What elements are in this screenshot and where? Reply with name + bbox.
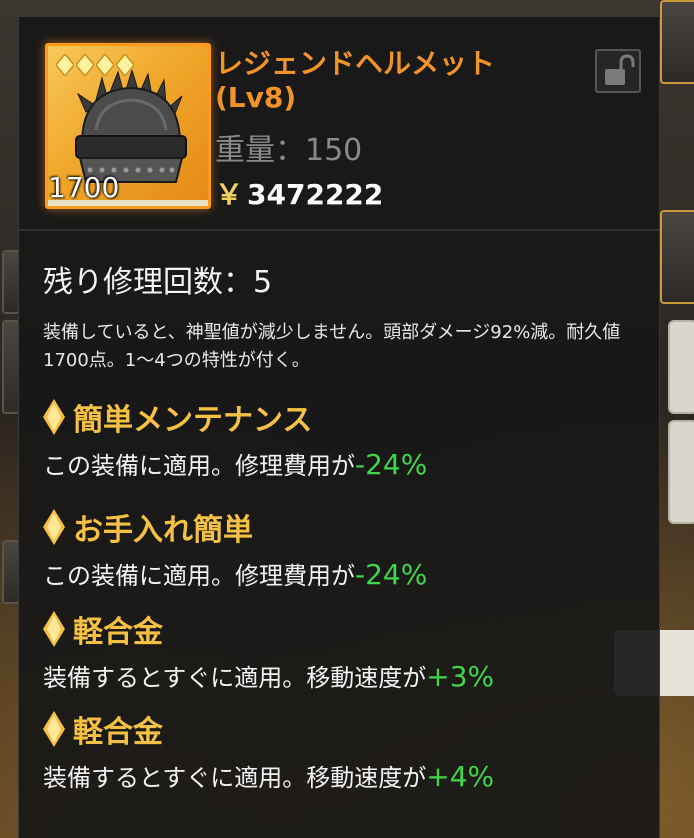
trait-effect: この装備に適用。修理費用が-24% bbox=[43, 555, 643, 595]
trait-title: 軽合金 bbox=[43, 607, 643, 651]
diamond-icon bbox=[43, 399, 65, 435]
diamond-icon bbox=[43, 509, 65, 545]
trait-title: お手入れ簡単 bbox=[43, 505, 643, 549]
trait-name: 簡単メンテナンス bbox=[73, 403, 313, 438]
trait-effect-text: この装備に適用。修理費用が bbox=[43, 562, 355, 590]
yen-icon: ￥ bbox=[215, 178, 244, 211]
item-tooltip: 1700 レジェンドヘルメット(Lv8) 重量：150 ￥ 3472222 残り修… bbox=[18, 16, 660, 838]
trait-block: 簡単メンテナンス この装備に適用。修理費用が-24% bbox=[43, 395, 643, 485]
trait-block: 軽合金 装備するとすぐに適用。移動速度が+4% bbox=[43, 707, 643, 797]
trait-effect: この装備に適用。修理費用が-24% bbox=[43, 445, 643, 485]
bg-inventory-slot bbox=[660, 210, 694, 304]
durability-bar bbox=[48, 200, 208, 206]
item-name: レジェンドヘルメット(Lv8) bbox=[215, 47, 496, 114]
diamond-icon bbox=[43, 611, 65, 647]
trait-effect-text: 装備するとすぐに適用。移動速度が bbox=[43, 664, 427, 692]
trait-title: 軽合金 bbox=[43, 707, 643, 751]
trait-block: お手入れ簡単 この装備に適用。修理費用が-24% bbox=[43, 505, 643, 595]
trait-name: お手入れ簡単 bbox=[73, 513, 253, 548]
trait-effect-text: この装備に適用。修理費用が bbox=[43, 452, 355, 480]
repair-count: 残り修理回数：5 bbox=[43, 265, 273, 300]
item-price-value: 3472222 bbox=[247, 178, 384, 211]
trait-effect-value: -24% bbox=[355, 558, 428, 591]
trait-name: 軽合金 bbox=[73, 615, 163, 650]
padlock-open-icon[interactable] bbox=[595, 49, 641, 93]
trait-effect-value: -24% bbox=[355, 448, 428, 481]
game-screen: 1700 レジェンドヘルメット(Lv8) 重量：150 ￥ 3472222 残り修… bbox=[0, 0, 694, 838]
trait-effect: 装備するとすぐに適用。移動速度が+4% bbox=[43, 757, 643, 797]
item-description: 装備していると、神聖値が減少しません。頭部ダメージ92%減。耐久値1700点。1… bbox=[43, 322, 621, 371]
trait-effect-value: +4% bbox=[426, 760, 495, 793]
divider bbox=[19, 229, 659, 231]
trait-effect-value: +3% bbox=[426, 660, 495, 693]
item-icon-frame: 1700 bbox=[45, 43, 211, 209]
padlock-open-icon-svg bbox=[605, 54, 635, 85]
trait-effect-text: 装備するとすぐに適用。移動速度が bbox=[43, 764, 427, 792]
item-price: ￥ 3472222 bbox=[215, 173, 383, 213]
trait-effect: 装備するとすぐに適用。移動速度が+3% bbox=[43, 657, 643, 697]
bg-side-button[interactable] bbox=[668, 320, 694, 414]
bg-side-button[interactable] bbox=[668, 420, 694, 524]
bg-inventory-slot bbox=[660, 0, 694, 84]
item-weight: 重量：150 bbox=[215, 133, 363, 168]
diamond-icon bbox=[43, 711, 65, 747]
trait-title: 簡単メンテナンス bbox=[43, 395, 643, 439]
trait-name: 軽合金 bbox=[73, 715, 163, 750]
trait-block: 軽合金 装備するとすぐに適用。移動速度が+3% bbox=[43, 607, 643, 697]
